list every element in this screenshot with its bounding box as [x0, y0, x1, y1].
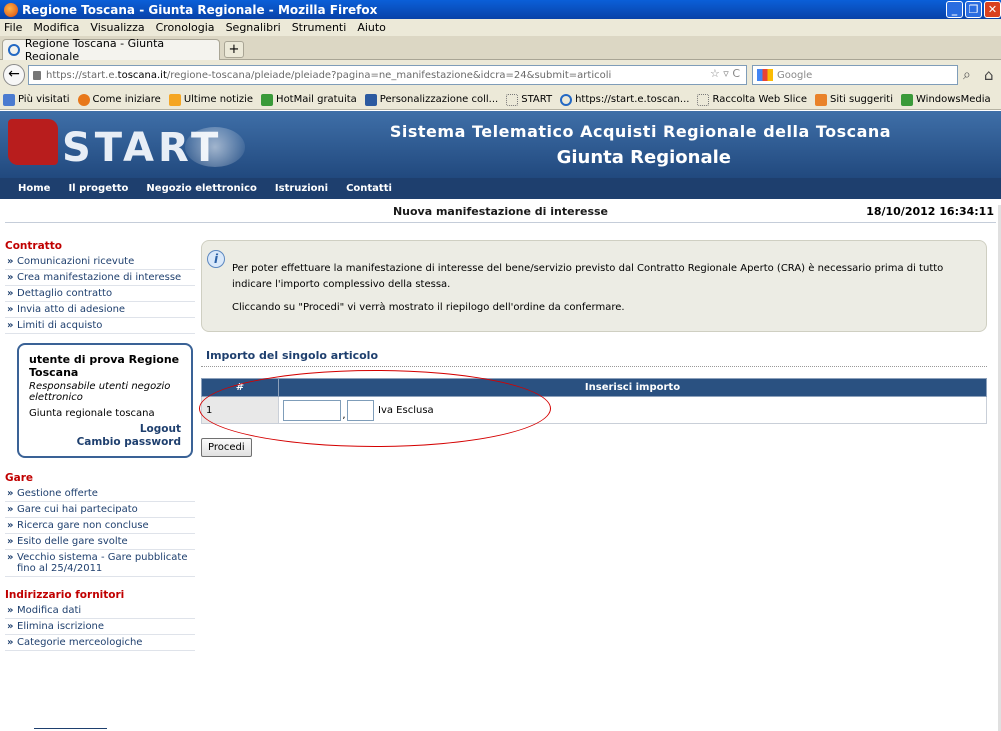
- close-button[interactable]: ✕: [984, 1, 1001, 18]
- menu-aiuto[interactable]: Aiuto: [357, 21, 386, 34]
- nav-negozio-elettronico[interactable]: Negozio elettronico: [146, 183, 256, 194]
- sidebar: Contratto Comunicazioni ricevute Crea ma…: [5, 240, 195, 651]
- home-icon[interactable]: ⌂: [984, 66, 994, 84]
- banner-subtitle: Giunta Regionale: [556, 147, 731, 168]
- bookmark-piu-visitati[interactable]: Più visitati: [3, 93, 70, 106]
- bookmark-start[interactable]: START: [506, 93, 552, 106]
- bookmark-web-slice[interactable]: Raccolta Web Slice: [697, 93, 807, 106]
- banner-title: Sistema Telematico Acquisti Regionale de…: [389, 122, 892, 141]
- section-title: Importo del singolo articolo: [206, 349, 379, 362]
- page-header: Nuova manifestazione di interesse 18/10/…: [5, 205, 996, 223]
- info-icon: i: [207, 250, 225, 268]
- site-navigation: Home Il progetto Negozio elettronico Ist…: [0, 178, 1001, 199]
- sidebar-section-contratto: Contratto: [5, 240, 62, 252]
- sidebar-item-modifica-dati[interactable]: Modifica dati: [5, 603, 195, 619]
- sidebar-item-ricerca-gare[interactable]: Ricerca gare non concluse: [5, 518, 195, 534]
- sidebar-item-gare-partecipato[interactable]: Gare cui hai partecipato: [5, 502, 195, 518]
- nav-il-progetto[interactable]: Il progetto: [68, 183, 128, 194]
- back-button[interactable]: ←: [3, 64, 25, 86]
- tab-regione-toscana[interactable]: Regione Toscana - Giunta Regionale: [2, 37, 220, 63]
- user-role: Responsabile utenti negozio elettronico: [29, 381, 171, 403]
- window-controls: _ ❐ ✕: [946, 1, 1001, 18]
- info-box: i Per poter effettuare la manifestazione…: [201, 240, 987, 332]
- bookmark-windowsmedia[interactable]: WindowsMedia: [901, 93, 991, 106]
- sidebar-item-vecchio-sistema[interactable]: Vecchio sistema - Gare pubblicate fino a…: [5, 550, 195, 577]
- new-tab-button[interactable]: +: [224, 41, 244, 58]
- bookmark-ultime-notizie[interactable]: Ultime notizie: [168, 93, 253, 106]
- page-title: Nuova manifestazione di interesse: [392, 205, 609, 218]
- sidebar-item-gestione-offerte[interactable]: Gestione offerte: [5, 486, 195, 502]
- bookmark-hotmail[interactable]: HotMail gratuita: [261, 93, 357, 106]
- maximize-button[interactable]: ❐: [965, 1, 982, 18]
- bookmark-start-url[interactable]: https://start.e.toscan...: [560, 93, 689, 106]
- user-name: utente di prova Regione Toscana: [29, 353, 180, 379]
- menu-cronologia[interactable]: Cronologia: [156, 21, 215, 34]
- nav-home[interactable]: Home: [18, 183, 50, 194]
- lock-icon: [33, 70, 41, 80]
- window-titlebar: Regione Toscana - Giunta Regionale - Moz…: [0, 0, 1001, 19]
- sidebar-section-gare: Gare: [5, 472, 34, 484]
- page-datetime: 18/10/2012 16:34:11: [866, 205, 994, 218]
- menu-bar: File Modifica Visualizza Cronologia Segn…: [0, 19, 1001, 36]
- procedi-button[interactable]: Procedi: [201, 438, 252, 457]
- sidebar-item-dettaglio-contratto[interactable]: Dettaglio contratto: [5, 286, 195, 302]
- nav-contatti[interactable]: Contatti: [346, 183, 392, 194]
- sidebar-item-invia-atto[interactable]: Invia atto di adesione: [5, 302, 195, 318]
- user-organization: Giunta regionale toscana: [29, 408, 155, 419]
- sidebar-item-categorie[interactable]: Categorie merceologiche: [5, 635, 195, 651]
- minimize-button[interactable]: _: [946, 1, 963, 18]
- menu-visualizza[interactable]: Visualizza: [90, 21, 144, 34]
- bottom-divider: [34, 728, 107, 729]
- google-icon: [757, 69, 773, 81]
- sidebar-section-fornitori: Indirizzario fornitori: [5, 589, 125, 601]
- url-domain: toscana.it: [117, 69, 167, 81]
- tab-bar: Regione Toscana - Giunta Regionale +: [0, 36, 1001, 63]
- logout-link[interactable]: Logout: [29, 423, 181, 435]
- search-input[interactable]: Google: [752, 65, 958, 85]
- nav-istruzioni[interactable]: Istruzioni: [275, 183, 328, 194]
- change-password-link[interactable]: Cambio password: [29, 436, 181, 448]
- bookmark-personalizzazione[interactable]: Personalizzazione coll...: [364, 93, 498, 106]
- sidebar-item-limiti-acquisto[interactable]: Limiti di acquisto: [5, 318, 195, 334]
- sidebar-item-esito-gare[interactable]: Esito delle gare svolte: [5, 534, 195, 550]
- url-prefix: https://start.e.: [46, 69, 118, 81]
- site-banner: START Sistema Telematico Acquisti Region…: [0, 111, 1001, 178]
- sidebar-item-crea-manifestazione[interactable]: Crea manifestazione di interesse: [5, 270, 195, 286]
- bookmark-star-icon[interactable]: ☆ ▿ C: [710, 67, 740, 80]
- bookmarks-toolbar: Più visitati Come iniziare Ultime notizi…: [0, 90, 1001, 110]
- menu-segnalibri[interactable]: Segnalibri: [226, 21, 281, 34]
- bookmark-come-iniziare[interactable]: Come iniziare: [77, 93, 161, 106]
- menu-modifica[interactable]: Modifica: [33, 21, 79, 34]
- window-title: Regione Toscana - Giunta Regionale - Moz…: [22, 2, 378, 17]
- url-path: /regione-toscana/pleiade/pleiade?pagina=…: [166, 69, 612, 81]
- user-box: utente di prova Regione Toscana Responsa…: [17, 343, 193, 458]
- info-text-1: Per poter effettuare la manifestazione d…: [232, 263, 944, 290]
- bookmark-siti-suggeriti[interactable]: Siti suggeriti: [815, 93, 893, 106]
- menu-strumenti[interactable]: Strumenti: [292, 21, 347, 34]
- ie-favicon-icon: [8, 44, 20, 56]
- firefox-icon: [4, 2, 18, 17]
- sidebar-item-comunicazioni[interactable]: Comunicazioni ricevute: [5, 254, 195, 270]
- sidebar-item-elimina-iscrizione[interactable]: Elimina iscrizione: [5, 619, 195, 635]
- url-bar[interactable]: https://start.e. toscana.it/regione-tosca…: [28, 65, 747, 85]
- menu-file[interactable]: File: [4, 21, 22, 34]
- search-icon[interactable]: ⌕: [963, 67, 971, 83]
- search-placeholder: Google: [777, 69, 813, 81]
- info-text-2: Cliccando su "Procedi" vi verrà mostrato…: [232, 302, 625, 313]
- navigation-bar: ← https://start.e. toscana.it/regione-tos…: [0, 60, 1001, 90]
- red-annotation-ellipse: [199, 370, 551, 447]
- section-divider: [201, 366, 987, 367]
